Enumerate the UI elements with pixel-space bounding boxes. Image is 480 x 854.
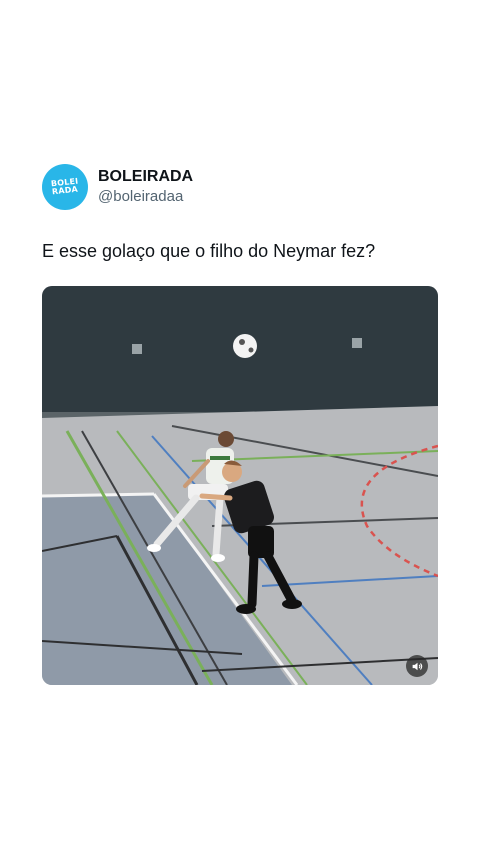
video-player[interactable] — [42, 286, 438, 685]
volume-icon — [412, 662, 422, 670]
court-line — [42, 492, 155, 498]
wall-fixture — [352, 338, 362, 348]
author-display-name[interactable]: BOLEIRADA — [98, 167, 193, 187]
volume-button[interactable] — [406, 655, 428, 677]
wall-fixture — [132, 344, 142, 354]
soccer-ball — [233, 334, 257, 358]
avatar-text-line2: RADA — [51, 184, 79, 197]
tweet-header: BOLEI RADA BOLEIRADA @boleiradaa — [42, 164, 193, 210]
author-names: BOLEIRADA @boleiradaa — [98, 167, 193, 207]
avatar[interactable]: BOLEI RADA — [42, 164, 88, 210]
tweet-text: E esse golaço que o filho do Neymar fez? — [42, 241, 376, 261]
author-handle[interactable]: @boleiradaa — [98, 187, 193, 207]
video-frame — [42, 286, 438, 685]
tweet-screenshot: BOLEI RADA BOLEIRADA @boleiradaa E esse … — [0, 0, 480, 854]
